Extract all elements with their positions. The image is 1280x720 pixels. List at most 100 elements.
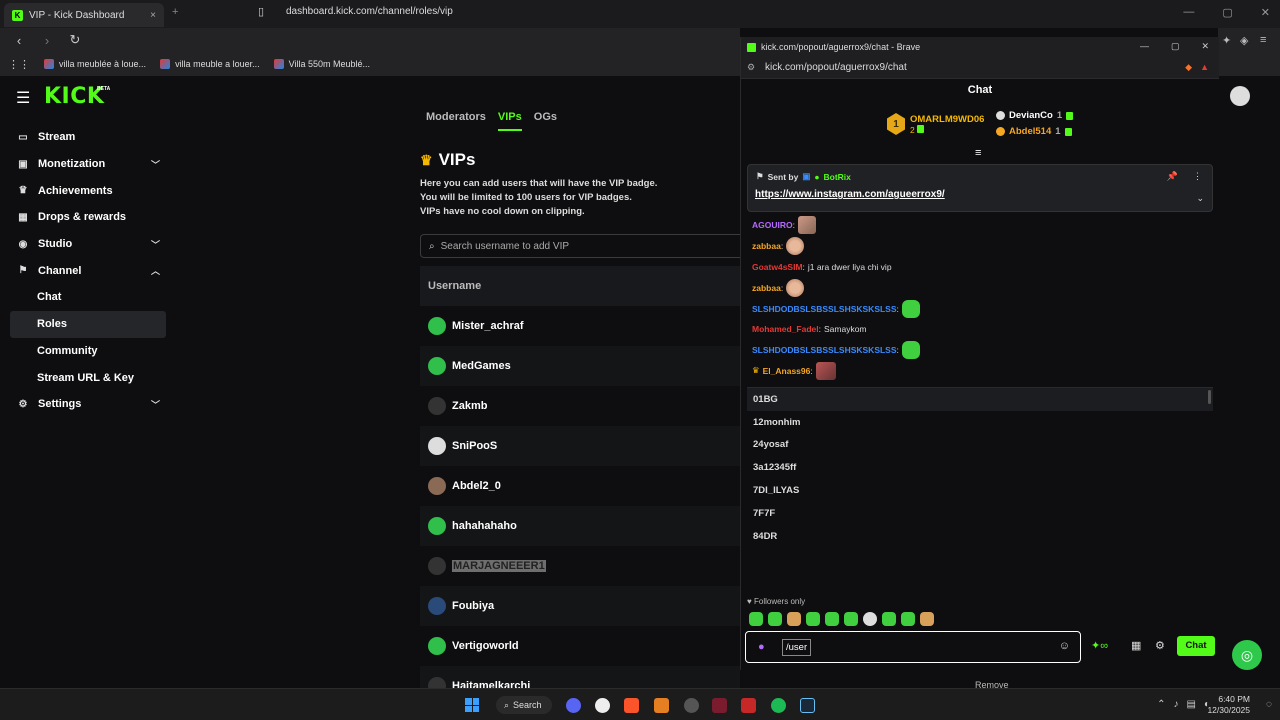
kick-logo[interactable]: KICK: [44, 84, 104, 109]
emote-icon[interactable]: [863, 612, 877, 626]
mic-tray-icon[interactable]: ♪: [1174, 699, 1179, 710]
site-settings-icon[interactable]: ⚙: [747, 62, 755, 73]
suggestion-item[interactable]: 3a12345ff: [747, 456, 1213, 479]
notification-icon[interactable]: ◌: [1266, 699, 1272, 710]
tab-ogs[interactable]: OGs: [534, 111, 557, 131]
sidebar-item-community[interactable]: Community: [10, 338, 166, 365]
suggestion-item[interactable]: 7F7F: [747, 502, 1213, 525]
tab-moderators[interactable]: Moderators: [426, 111, 486, 131]
suggestion-item[interactable]: 24yosaf: [747, 434, 1213, 457]
leaderboard-entry[interactable]: DevianCo 1: [996, 110, 1074, 121]
brave-icon[interactable]: [624, 698, 639, 713]
emote-icon[interactable]: [825, 612, 839, 626]
vip-search-input[interactable]: ⌕ Search username to add VIP: [420, 234, 750, 258]
sidebar-item-monetization[interactable]: ▣ Monetization ﹀: [10, 151, 166, 178]
app-icon[interactable]: [741, 698, 756, 713]
chevron-up-icon[interactable]: ⌃: [1157, 699, 1165, 710]
sidebar-item-chat[interactable]: Chat: [10, 284, 166, 311]
microphone-icon[interactable]: ●: [758, 641, 765, 653]
bookmark-3[interactable]: Villa 550m Meublé...: [273, 59, 370, 69]
sidebar-item-achievements[interactable]: ♛ Achievements: [10, 177, 166, 204]
taskbar-search[interactable]: ⌕ Search: [496, 696, 552, 714]
leaderboard-first[interactable]: 1 OMARLM9WD06 2: [887, 113, 984, 135]
network-icon[interactable]: ▤: [1187, 699, 1196, 710]
bookmark-icon[interactable]: ▯: [258, 5, 264, 18]
close-icon[interactable]: ✕: [1201, 41, 1209, 52]
minimize-icon[interactable]: —: [1140, 41, 1149, 52]
chat-username[interactable]: SLSHDODBSLSBSSLSHSKSKSLSS: [752, 304, 897, 314]
chat-username[interactable]: Goatw4sSIM: [752, 262, 803, 272]
windows-start-icon[interactable]: [465, 698, 479, 712]
sidebar-item-stream[interactable]: ▭ Stream: [10, 124, 166, 151]
sidebar-item-channel[interactable]: ⚑ Channel ︿: [10, 257, 166, 284]
app-icon[interactable]: [712, 698, 727, 713]
gift-icon[interactable]: ▦: [1131, 639, 1141, 652]
send-chat-button[interactable]: Chat: [1177, 636, 1215, 656]
suggestion-item[interactable]: 12monhim: [747, 411, 1213, 434]
suggestion-item[interactable]: 01BG: [747, 388, 1213, 411]
maximize-icon[interactable]: ▢: [1171, 41, 1180, 52]
apps-grid-icon[interactable]: ⋮⋮: [8, 58, 30, 71]
sidebar-item-settings[interactable]: ⚙ Settings ﹀: [10, 391, 166, 418]
table-row[interactable]: Abdel2_0: [420, 466, 740, 506]
minimize-icon[interactable]: —: [1183, 6, 1194, 19]
emote-icon[interactable]: [901, 612, 915, 626]
discord-icon[interactable]: [566, 698, 581, 713]
table-row[interactable]: SniPooS: [420, 426, 740, 466]
suggestion-item[interactable]: 7DI_ILYAS: [747, 479, 1213, 502]
spotify-icon[interactable]: [771, 698, 786, 713]
back-icon[interactable]: ‹: [10, 33, 28, 48]
leaderboard-toggle-icon[interactable]: ≡: [975, 147, 981, 159]
chat-username[interactable]: AGOUIRO: [752, 220, 793, 230]
chat-input[interactable]: ● /user ☺: [745, 631, 1081, 663]
kick-floating-button[interactable]: ◎: [1232, 640, 1262, 670]
emote-icon[interactable]: [806, 612, 820, 626]
obs-icon[interactable]: [684, 698, 699, 713]
browser-tab-active[interactable]: K VIP - Kick Dashboard ×: [4, 3, 164, 27]
chevron-down-icon[interactable]: ⌄: [1196, 193, 1204, 204]
emote-icon[interactable]: [882, 612, 896, 626]
chevron-up-icon[interactable]: ︿: [151, 264, 160, 277]
table-row[interactable]: Mister_achraf: [420, 306, 740, 346]
table-row[interactable]: MARJAGNEEER1: [420, 546, 740, 586]
table-row[interactable]: Foubiya: [420, 586, 740, 626]
chevron-down-icon[interactable]: ﹀: [151, 158, 160, 171]
shield-icon[interactable]: ◈: [1240, 34, 1248, 47]
app-icon[interactable]: [654, 698, 669, 713]
reload-icon[interactable]: ↻: [66, 32, 84, 48]
chat-username[interactable]: Mohamed_Fadel: [752, 324, 819, 334]
forward-icon[interactable]: ›: [38, 33, 56, 48]
chat-username[interactable]: El_Anass96: [763, 366, 811, 376]
sidebar-item-studio[interactable]: ◉ Studio ﹀: [10, 231, 166, 258]
sidebar-item-stream-url-key[interactable]: Stream URL & Key: [10, 364, 166, 391]
table-row[interactable]: Vertigoworld: [420, 626, 740, 666]
menu-icon[interactable]: ≡: [1260, 34, 1266, 46]
bookmark-1[interactable]: villa meublée à loue...: [44, 59, 146, 69]
tab-vips[interactable]: VIPs: [497, 111, 522, 131]
brave-shield-icon[interactable]: ◆: [1185, 62, 1192, 73]
chat-username[interactable]: SLSHDODBSLSBSSLSHSKSKSLSS: [752, 345, 897, 355]
extensions-icon[interactable]: ✦: [1222, 34, 1231, 47]
table-row[interactable]: Zakmb: [420, 386, 740, 426]
emote-icon[interactable]: [920, 612, 934, 626]
suggestion-item[interactable]: 84DR: [747, 525, 1213, 548]
emote-icon[interactable]: [844, 612, 858, 626]
more-options-icon[interactable]: ⋮: [1193, 171, 1202, 182]
chat-username[interactable]: zabbaa: [752, 283, 781, 293]
pinned-link[interactable]: https://www.instagram.com/agueerrox9/: [755, 189, 945, 200]
tab-close-icon[interactable]: ×: [150, 10, 156, 21]
scrollbar[interactable]: [1208, 390, 1211, 404]
steam-icon[interactable]: [800, 698, 815, 713]
url-field[interactable]: dashboard.kick.com/channel/roles/vip: [286, 6, 453, 17]
new-tab-button[interactable]: +: [172, 6, 178, 18]
unpin-icon[interactable]: 📌: [1167, 171, 1178, 182]
sidebar-item-drops-rewards[interactable]: ▦ Drops & rewards: [10, 204, 166, 231]
table-row[interactable]: hahahahaho: [420, 506, 740, 546]
rewards-icon[interactable]: ▲: [1200, 62, 1209, 73]
emote-icon[interactable]: [768, 612, 782, 626]
chevron-down-icon[interactable]: ﹀: [151, 238, 160, 251]
bookmark-2[interactable]: villa meuble a louer...: [160, 59, 260, 69]
close-icon[interactable]: ✕: [1261, 6, 1270, 19]
emote-icon[interactable]: [787, 612, 801, 626]
avatar[interactable]: [1230, 86, 1250, 106]
